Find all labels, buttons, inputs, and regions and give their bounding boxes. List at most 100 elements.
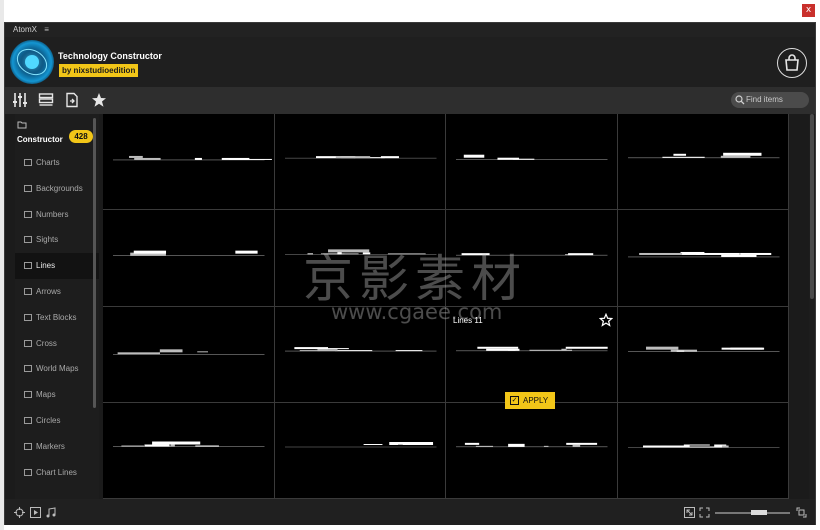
line-preview-image [627, 346, 779, 352]
sidebar-scrollbar[interactable] [93, 118, 96, 408]
category-icon [24, 365, 32, 373]
category-icon [24, 339, 32, 347]
favorite-star-icon[interactable] [599, 313, 613, 327]
line-preview-image [284, 441, 436, 448]
line-preview-tile[interactable] [103, 306, 275, 403]
zoom-slider-handle[interactable] [751, 510, 767, 515]
category-icon [24, 184, 32, 192]
sidebar-item-label: Charts [36, 158, 60, 167]
toolbar: Find items [5, 87, 815, 114]
line-preview-tile[interactable] [103, 210, 275, 307]
atom-logo-icon [10, 40, 54, 84]
item-count-badge: 428 [69, 130, 93, 143]
folder-icon [17, 121, 27, 129]
sidebar-item-label: Markers [36, 441, 65, 451]
line-preview-image [627, 152, 779, 159]
line-preview-tile[interactable] [446, 402, 618, 499]
play-icon[interactable] [30, 507, 41, 518]
item-grid: 京影素材 www.cgaee.com Lines 11 ✓ APPLY [103, 114, 789, 499]
line-preview-tile[interactable] [103, 114, 275, 211]
line-preview-tile[interactable] [446, 114, 618, 211]
sidebar-item-lines[interactable]: Lines [15, 253, 99, 279]
category-icon [24, 416, 32, 424]
line-preview-image [113, 250, 265, 257]
sidebar-item-backgrounds[interactable]: Backgrounds [15, 176, 99, 202]
grid-scrollbar[interactable] [809, 114, 815, 499]
category-icon [24, 391, 32, 399]
category-icon [24, 159, 32, 166]
page-title: Technology Constructor [58, 51, 162, 61]
hovered-item-label: Lines 11 [453, 316, 483, 325]
sidebar-item-label: Lines [36, 261, 56, 271]
category-icon [24, 210, 32, 218]
expand-icon[interactable] [699, 507, 710, 518]
category-icon [24, 313, 32, 321]
sidebar-item-text-blocks[interactable]: Text Blocks [15, 305, 99, 331]
collapse-icon[interactable] [684, 507, 695, 518]
sidebar-item-label: Backgrounds [36, 183, 83, 193]
sidebar-item-charts[interactable]: Charts [15, 150, 99, 176]
line-preview-image [113, 155, 272, 161]
sliders-icon[interactable] [12, 92, 28, 108]
list-icon[interactable] [38, 92, 54, 108]
atomx-panel: AtomX ≡ Technology Constructor by nixstu… [4, 22, 816, 525]
sidebar-item-label: Text Blocks [36, 312, 77, 322]
sidebar-item-label: Numbers [36, 209, 69, 219]
sidebar-item-label: Maps [36, 390, 56, 400]
fullscreen-icon[interactable] [796, 507, 807, 518]
sidebar-item-label: Circles [36, 415, 61, 425]
category-icon [24, 468, 32, 476]
sidebar-item-label: World Maps [36, 364, 79, 374]
category-icon [24, 262, 32, 270]
line-preview-image [456, 154, 608, 161]
close-button[interactable]: x [802, 4, 815, 17]
sidebar-item-world-maps[interactable]: World Maps [15, 356, 99, 382]
apply-label: APPLY [523, 396, 549, 405]
search-input[interactable]: Find items [731, 92, 809, 108]
sidebar-item-maps[interactable]: Maps [15, 382, 99, 408]
sidebar-item-label: Arrows [36, 286, 61, 296]
shopping-bag-button[interactable] [777, 48, 807, 78]
category-icon [24, 236, 32, 244]
line-preview-image [113, 348, 265, 355]
shopping-bag-icon [785, 54, 799, 71]
line-preview-tile[interactable] [617, 306, 789, 403]
line-preview-tile[interactable] [617, 114, 789, 211]
line-preview-tile[interactable] [103, 402, 275, 499]
header: Technology Constructor by nixstudioediti… [5, 37, 815, 87]
sidebar-heading[interactable]: Constructor [17, 135, 63, 144]
sidebar-item-label: Chart Lines [36, 467, 77, 477]
line-preview-image [456, 442, 608, 447]
music-icon[interactable] [45, 507, 56, 518]
line-preview-tile[interactable] [274, 402, 446, 499]
sidebar-item-arrows[interactable]: Arrows [15, 279, 99, 305]
line-preview-image [113, 441, 265, 447]
file-import-icon[interactable] [64, 92, 80, 108]
category-icon [24, 442, 32, 450]
sidebar-item-circles[interactable]: Circles [15, 408, 99, 434]
apply-button[interactable]: ✓ APPLY [505, 392, 555, 409]
line-preview-tile[interactable] [274, 114, 446, 211]
grid-scrollbar-thumb[interactable] [810, 114, 814, 299]
sidebar-item-markers[interactable]: Markers [15, 434, 99, 460]
sidebar-item-label: Sights [36, 235, 59, 245]
line-preview-image [627, 252, 779, 258]
sidebar-item-chart-lines[interactable]: Chart Lines [15, 460, 99, 486]
line-preview-image [627, 444, 779, 448]
sidebar-item-sights[interactable]: Sights [15, 227, 99, 253]
sidebar-item-numbers[interactable]: Numbers [15, 202, 99, 228]
line-preview-tile[interactable] [617, 402, 789, 499]
line-preview-image [284, 156, 436, 159]
sidebar-item-cross[interactable]: Cross [15, 331, 99, 357]
hamburger-icon[interactable]: ≡ [44, 25, 49, 34]
category-icon [24, 287, 32, 295]
line-preview-tile[interactable] [617, 210, 789, 307]
locate-icon[interactable] [14, 507, 25, 518]
category-sidebar: Constructor 428 Charts Backgrounds Numbers… [15, 114, 99, 499]
check-icon: ✓ [510, 396, 519, 405]
menubar: AtomX ≡ [5, 23, 815, 37]
sidebar-list: Charts Backgrounds Numbers Sights Lines Arrow… [15, 150, 99, 485]
app-name: AtomX [13, 25, 38, 34]
author-badge[interactable]: by nixstudioedition [59, 64, 139, 77]
star-icon[interactable] [91, 92, 107, 108]
